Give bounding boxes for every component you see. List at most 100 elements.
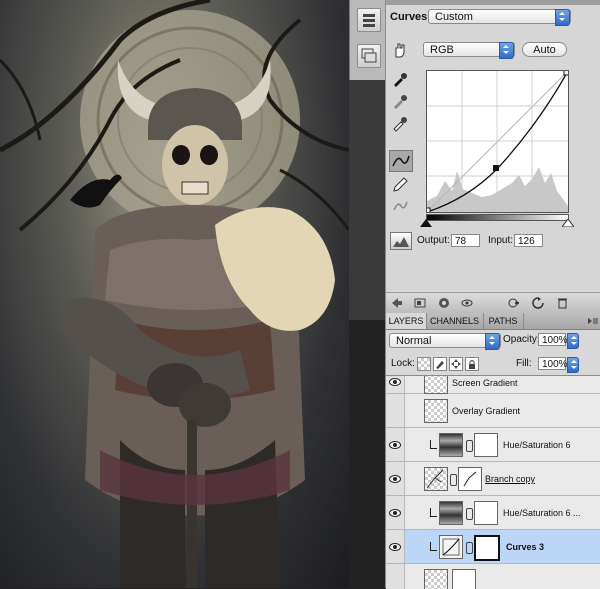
clip-to-layer-icon[interactable] (438, 297, 450, 309)
channel-dropdown[interactable]: RGB (423, 42, 515, 59)
smooth-curve-icon[interactable] (391, 197, 409, 215)
eyedropper-white-icon[interactable] (391, 114, 409, 132)
chevron-updown-icon (555, 9, 570, 26)
move-arrows-icon (451, 359, 461, 369)
layer-row[interactable] (386, 564, 600, 589)
layer-thumbnail (424, 467, 448, 491)
curves-label: Curves (390, 11, 428, 23)
layer-row[interactable]: Branch copy (386, 462, 600, 496)
histogram-toggle-button[interactable] (390, 232, 412, 250)
tab-layers[interactable]: LAYERS (386, 313, 427, 329)
pencil-icon[interactable] (391, 175, 409, 193)
output-label: Output: (417, 235, 450, 246)
lock-transparency-icon[interactable] (417, 357, 431, 371)
fill-slider-toggle[interactable] (567, 357, 579, 373)
document-canvas[interactable] (0, 0, 349, 588)
layers-tab-bar: LAYERS CHANNELS PATHS (386, 313, 600, 330)
layer-row-selected[interactable]: Curves 3 (386, 530, 600, 564)
layers-icon-button[interactable] (357, 44, 381, 68)
layer-thumbnail (424, 399, 448, 423)
mask-thumbnail (458, 467, 482, 491)
visibility-eye-icon[interactable] (461, 297, 473, 309)
eyedropper-gray-icon[interactable] (391, 92, 409, 110)
panel-gap (349, 80, 385, 320)
eyedropper-black-icon[interactable] (391, 70, 409, 88)
input-gradient-bar (426, 214, 569, 221)
layer-name: Hue/Saturation 6 ... (503, 508, 581, 518)
link-chain-icon (450, 474, 457, 486)
chevron-updown-icon (499, 42, 514, 59)
layer-name: Overlay Gradient (452, 406, 521, 416)
preset-dropdown[interactable]: Custom (428, 9, 571, 26)
hand-adjust-icon[interactable] (391, 41, 409, 59)
blend-mode-dropdown[interactable]: Normal (389, 333, 501, 350)
layer-visibility-toggle[interactable] (386, 462, 405, 495)
fill-label: Fill: (516, 358, 532, 369)
layer-visibility-toggle[interactable] (386, 376, 405, 393)
adjustments-footer (386, 292, 600, 313)
tab-paths[interactable]: PATHS (483, 313, 524, 329)
auto-label: Auto (533, 44, 556, 56)
lock-position-icon[interactable] (449, 357, 463, 371)
tab-channels[interactable]: CHANNELS (426, 313, 484, 329)
adjustment-thumbnail (439, 535, 463, 559)
adjustments-panel: Curves Custom RGB Auto Output: 78 Input:… (385, 0, 600, 313)
layer-name: Branch copy (485, 474, 536, 484)
trash-icon[interactable] (556, 297, 568, 309)
view-previous-state-icon[interactable] (508, 297, 520, 309)
input-field[interactable]: 126 (514, 234, 543, 247)
curve-control-point[interactable] (493, 165, 499, 171)
curves-graph[interactable] (424, 69, 570, 214)
adjustments-icon (363, 14, 375, 27)
black-point-slider[interactable] (420, 219, 432, 227)
layer-visibility-toggle[interactable] (386, 496, 405, 529)
layer-visibility-toggle[interactable] (386, 428, 405, 461)
fill-field[interactable]: 100% (538, 357, 568, 370)
auto-button[interactable]: Auto (522, 42, 567, 57)
clipping-arrow-icon (430, 542, 437, 551)
layer-row[interactable]: Hue/Saturation 6 ... (386, 496, 600, 530)
reset-icon[interactable] (532, 297, 544, 309)
mask-thumbnail (474, 535, 500, 561)
white-point-slider[interactable] (562, 219, 574, 227)
output-field[interactable]: 78 (451, 234, 480, 247)
opacity-slider-toggle[interactable] (567, 333, 579, 349)
layer-name: Hue/Saturation 6 (503, 440, 571, 450)
layer-row[interactable]: Overlay Gradient (386, 394, 600, 428)
layer-visibility-toggle[interactable] (386, 394, 405, 427)
eye-icon (389, 441, 401, 449)
lock-icon (469, 360, 475, 369)
channel-value: RGB (430, 44, 454, 56)
curves-thumb-icon (442, 538, 460, 556)
curve-point-tool-button[interactable] (389, 150, 413, 172)
layer-row[interactable]: Screen Gradient (386, 376, 600, 394)
eye-icon (389, 378, 401, 386)
branch-icon (426, 469, 444, 489)
adjustments-icon-button[interactable] (357, 8, 381, 32)
layer-visibility-toggle[interactable] (386, 564, 405, 589)
chevron-updown-icon (485, 333, 500, 350)
curve-tool-icon (392, 155, 410, 167)
mask-thumbnail (474, 433, 498, 457)
opacity-field[interactable]: 100% (538, 333, 568, 346)
lock-label: Lock: (391, 358, 415, 369)
layers-panel: LAYERS CHANNELS PATHS Normal Opacity: 10… (385, 313, 600, 589)
layer-visibility-toggle[interactable] (386, 530, 405, 563)
lock-all-icon[interactable] (465, 357, 479, 371)
panel-menu-icon[interactable] (587, 317, 599, 325)
lock-image-icon[interactable] (433, 357, 447, 371)
expand-view-icon[interactable] (414, 297, 426, 309)
eye-icon (389, 543, 401, 551)
mask-stroke-icon (463, 471, 477, 487)
layer-thumbnail (424, 569, 448, 589)
input-label: Input: (488, 235, 514, 246)
preset-value: Custom (435, 11, 473, 23)
layer-list: Screen Gradient Overlay Gradient Hue/Sat… (386, 375, 600, 589)
layer-row[interactable]: Hue/Saturation 6 (386, 428, 600, 462)
mask-thumbnail (452, 569, 476, 589)
histogram-icon (393, 237, 409, 247)
link-chain-icon (466, 440, 473, 452)
back-arrow-icon[interactable] (391, 297, 403, 309)
layer-name: Curves 3 (506, 542, 545, 552)
adjustments-tab-bar (386, 0, 600, 5)
